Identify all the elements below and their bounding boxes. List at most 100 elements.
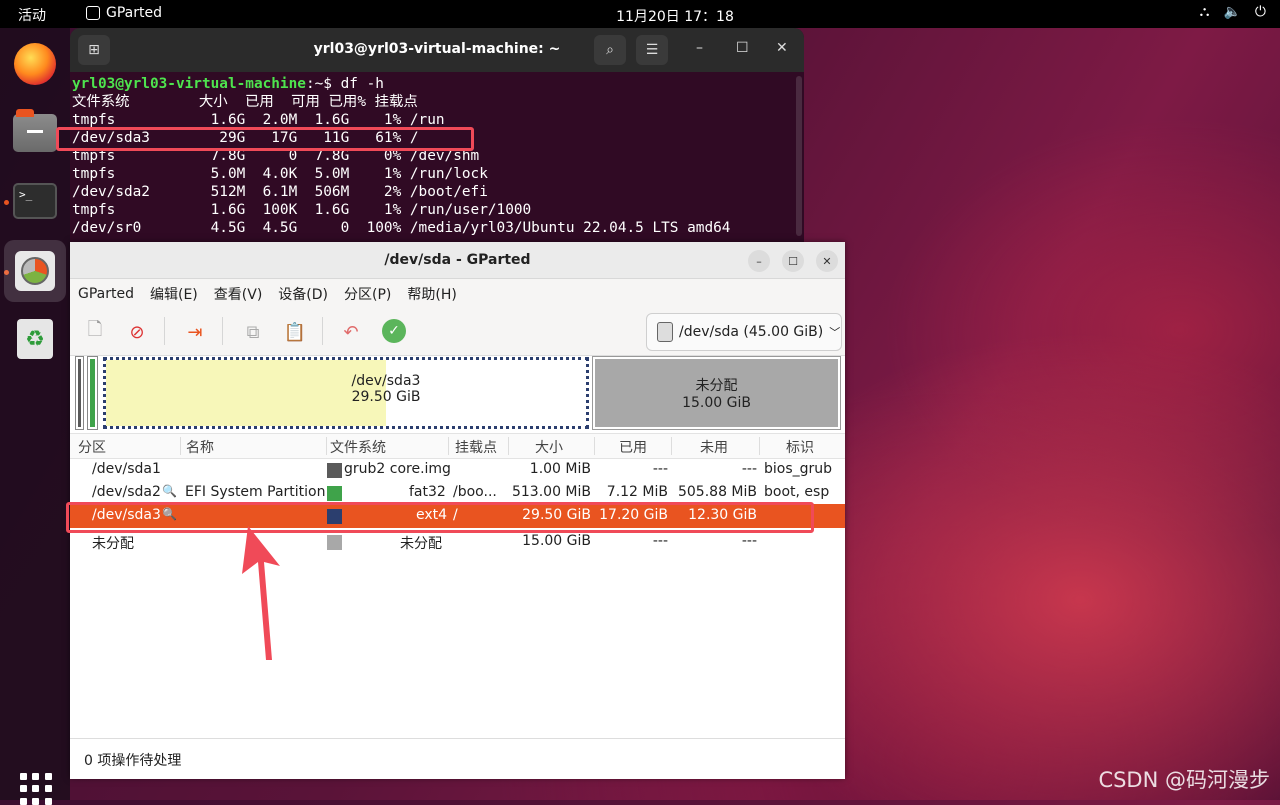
- cell-fs: fat32: [409, 484, 446, 500]
- cell-size: 513.00 MiB: [511, 484, 591, 500]
- running-indicator: [4, 200, 9, 205]
- undo-icon[interactable]: ↶: [338, 319, 364, 345]
- chevron-down-icon: ﹀: [829, 326, 841, 339]
- terminal-output[interactable]: yrl03@yrl03-virtual-machine:~$ df -h 文件系…: [70, 72, 804, 237]
- highlight-box-row: [66, 502, 814, 533]
- menu-device[interactable]: 设备(D): [278, 284, 328, 304]
- col-size[interactable]: 大小: [535, 437, 563, 457]
- trash-icon: ♻: [17, 319, 53, 359]
- network-icon: ⛬: [1199, 4, 1210, 20]
- maximize-icon[interactable]: ☐: [736, 40, 749, 56]
- cell-flags: boot, esp: [764, 484, 830, 500]
- menu-icon[interactable]: ☰: [636, 35, 668, 65]
- toolbar-separator: [322, 317, 323, 345]
- cell-unused: ---: [741, 461, 757, 477]
- minimize-icon[interactable]: –: [748, 250, 770, 272]
- annotation-arrow: [242, 526, 280, 660]
- menu-partition[interactable]: 分区(P): [344, 284, 391, 304]
- new-partition-icon[interactable]: 🗋: [82, 319, 108, 345]
- map-sda3-label: /dev/sda3: [351, 373, 421, 389]
- apply-icon[interactable]: ✓: [382, 319, 406, 343]
- system-tray[interactable]: ⛬ 🔈 ⏻: [1200, 4, 1266, 20]
- close-icon[interactable]: ✕: [776, 40, 788, 56]
- gparted-titlebar: /dev/sda - GParted – ☐ ✕: [70, 242, 845, 279]
- menu-gparted[interactable]: GParted: [78, 286, 134, 302]
- col-name[interactable]: 名称: [186, 437, 214, 457]
- map-sda1[interactable]: [75, 356, 84, 430]
- terminal-title: yrl03@yrl03-virtual-machine: ~: [313, 41, 561, 57]
- show-apps-icon[interactable]: [20, 773, 52, 805]
- term-line: /dev/sr0 4.5G 4.5G 0 100% /media/yrl03/U…: [72, 220, 731, 236]
- col-separator: [594, 437, 595, 455]
- cell-partition: 未分配: [92, 536, 134, 552]
- col-separator: [671, 437, 672, 455]
- menu-edit[interactable]: 编辑(E): [150, 284, 198, 304]
- toolbar-separator: [222, 317, 223, 345]
- dock-firefox[interactable]: [12, 41, 58, 87]
- cell-partition: /dev/sda1: [92, 461, 161, 477]
- highlight-box-terminal: [56, 127, 474, 151]
- volume-icon: 🔈: [1223, 4, 1241, 20]
- toolbar-separator: [164, 317, 165, 345]
- toolbar: 🗋 ⊘ ⇥ ⧉ 📋 ↶ ✓ /dev/sda (45.00 GiB) ﹀: [70, 309, 845, 356]
- fs-color-swatch: [327, 486, 342, 501]
- dock-files[interactable]: [12, 109, 58, 156]
- map-unallocated[interactable]: 未分配 15.00 GiB: [592, 356, 841, 430]
- disk-map: /dev/sda3 29.50 GiB 未分配 15.00 GiB: [74, 356, 841, 430]
- term-line: tmpfs 5.0M 4.0K 5.0M 1% /run/lock: [72, 166, 488, 182]
- col-partition[interactable]: 分区: [78, 437, 106, 457]
- watermark: CSDN @码河漫步: [1098, 768, 1270, 792]
- fs-color-swatch: [327, 535, 342, 550]
- term-line: tmpfs 1.6G 2.0M 1.6G 1% /run: [72, 112, 445, 128]
- map-sda3-text: /dev/sda3 29.50 GiB: [106, 373, 666, 405]
- cell-unused: ---: [741, 533, 757, 549]
- cell-used: ---: [652, 533, 668, 549]
- col-separator: [508, 437, 509, 455]
- table-row[interactable]: 未分配 未分配 15.00 GiB --- ---: [70, 530, 845, 554]
- term-line: tmpfs 1.6G 100K 1.6G 1% /run/user/1000: [72, 202, 532, 218]
- gparted-title: /dev/sda - GParted: [384, 252, 531, 268]
- cell-used: ---: [652, 461, 668, 477]
- paste-icon[interactable]: 📋: [282, 319, 308, 345]
- col-mountpoint[interactable]: 挂载点: [455, 437, 497, 457]
- pending-operations-text: 0 项操作待处理: [84, 753, 182, 769]
- menu-help[interactable]: 帮助(H): [407, 284, 456, 304]
- col-separator: [326, 437, 327, 455]
- col-used[interactable]: 已用: [619, 437, 647, 457]
- terminal-titlebar: ⊞ yrl03@yrl03-virtual-machine: ~ ⌕ ☰ – ☐…: [70, 28, 804, 72]
- terminal-scrollbar[interactable]: [796, 76, 802, 236]
- menu-view[interactable]: 查看(V): [214, 284, 263, 304]
- command: :~$ df -h: [305, 76, 384, 92]
- col-unused[interactable]: 未用: [700, 437, 728, 457]
- gparted-icon: [15, 251, 55, 291]
- top-bar: 活动 GParted 11月20日 17：18 ⛬ 🔈 ⏻: [0, 0, 1280, 28]
- cell-name: EFI System Partition: [185, 484, 326, 500]
- col-separator: [180, 437, 181, 455]
- fs-color-swatch: [327, 463, 342, 478]
- col-filesystem[interactable]: 文件系统: [330, 437, 386, 457]
- delete-icon[interactable]: ⊘: [124, 319, 150, 345]
- cell-partition: /dev/sda2: [92, 484, 161, 500]
- status-bar: 0 项操作待处理: [70, 738, 845, 779]
- dock-gparted[interactable]: [4, 240, 66, 302]
- terminal-icon: >_: [13, 183, 57, 219]
- map-sda3-size: 29.50 GiB: [351, 389, 421, 405]
- cell-flags: bios_grub: [764, 461, 833, 477]
- close-icon[interactable]: ✕: [816, 250, 838, 272]
- col-flags[interactable]: 标识: [786, 437, 814, 457]
- search-icon[interactable]: ⌕: [594, 35, 626, 65]
- device-selector[interactable]: /dev/sda (45.00 GiB) ﹀: [646, 313, 842, 351]
- key-icon: 🔍: [162, 484, 177, 498]
- term-line: 文件系统 大小 已用 可用 已用% 挂载点: [72, 94, 418, 110]
- dock-terminal[interactable]: >_: [12, 178, 58, 224]
- maximize-icon[interactable]: ☐: [782, 250, 804, 272]
- cell-mount: /boo...: [453, 484, 497, 500]
- map-sda3[interactable]: /dev/sda3 29.50 GiB: [103, 357, 589, 429]
- table-row[interactable]: /dev/sda1 grub2 core.img 1.00 MiB --- --…: [70, 458, 845, 482]
- copy-icon[interactable]: ⧉: [240, 319, 266, 345]
- minimize-icon[interactable]: –: [696, 40, 703, 56]
- clock[interactable]: 11月20日 17：18: [0, 6, 1280, 26]
- resize-move-icon[interactable]: ⇥: [182, 319, 208, 345]
- map-sda2[interactable]: [87, 356, 98, 430]
- dock-trash[interactable]: ♻: [12, 316, 58, 362]
